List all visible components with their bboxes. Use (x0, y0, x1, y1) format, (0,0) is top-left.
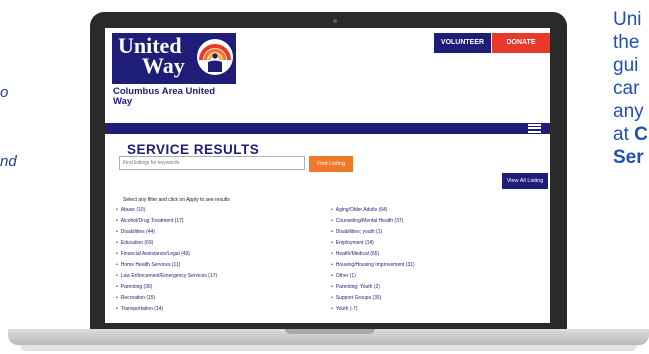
category-link[interactable]: Employment (14) (331, 239, 415, 250)
right-side-text: Uni the gui car any at C Ser (613, 8, 649, 169)
category-link[interactable]: Education (69) (116, 239, 217, 250)
keyword-search-input[interactable] (119, 156, 305, 170)
category-link[interactable]: Parenting; Youth (2) (331, 283, 415, 294)
right-side-line: at C (613, 123, 649, 146)
united-way-logo[interactable]: United Way (112, 33, 236, 84)
page-title: SERVICE RESULTS (127, 142, 260, 157)
left-side-text-line2: nd (0, 153, 17, 170)
right-side-bold: C (634, 124, 648, 145)
category-link[interactable]: Transportation (14) (116, 305, 217, 316)
filter-instruction: Select any filter and click on Apply to … (123, 197, 230, 203)
category-link[interactable]: Recreation (15) (116, 294, 217, 305)
right-side-at: at (613, 124, 629, 145)
category-link[interactable]: Home Health Services (11) (116, 261, 217, 272)
category-link[interactable]: Housing/Housing Improvement (31) (331, 261, 415, 272)
category-list-left: Abuse (10) Alcohol/Drug Treatment (17) D… (116, 206, 217, 316)
right-side-line: any (613, 101, 644, 122)
right-side-line: the (613, 32, 640, 53)
camera-icon (333, 19, 337, 23)
category-link[interactable]: Disabilities (44) (116, 228, 217, 239)
logo-text-way: Way (142, 53, 185, 78)
find-listing-button[interactable]: Find Listing (309, 156, 353, 172)
category-link[interactable]: Aging/Older Adults (64) (331, 206, 415, 217)
category-link[interactable]: Disabilities; youth (1) (331, 228, 415, 239)
laptop-shadow (20, 345, 637, 351)
volunteer-button[interactable]: VOLUNTEER (434, 33, 491, 53)
org-name: Columbus Area United Way (113, 86, 216, 107)
hamburger-menu-icon[interactable] (528, 124, 541, 133)
view-all-listing-button[interactable]: View All Listing (502, 173, 548, 189)
right-side-line: Uni (613, 9, 642, 30)
category-link[interactable]: Alcohol/Drug Treatment (17) (116, 217, 217, 228)
category-list-right: Aging/Older Adults (64) Counseling/Menta… (331, 206, 415, 316)
category-link[interactable]: Youth (-7) (331, 305, 415, 316)
donate-button[interactable]: DONATE (492, 33, 550, 53)
right-side-line: gui (613, 55, 639, 76)
category-link[interactable]: Financial Assistance/Legal (49) (116, 250, 217, 261)
laptop-base-notch (285, 329, 375, 334)
united-way-hand-rainbow-icon (197, 39, 233, 75)
category-link[interactable]: Abuse (10) (116, 206, 217, 217)
nav-bar (105, 123, 550, 134)
website-screen: United Way Columbus Area United Way VOLU… (105, 28, 550, 323)
category-link[interactable]: Parenting (36) (116, 283, 217, 294)
left-side-text-line1: o (0, 84, 9, 101)
category-link[interactable]: Support Groups (35) (331, 294, 415, 305)
category-link[interactable]: Law Enforcement/Emergency Services (17) (116, 272, 217, 283)
category-link[interactable]: Health/Medical (65) (331, 250, 415, 261)
category-link[interactable]: Other (1) (331, 272, 415, 283)
category-link[interactable]: Counseling/Mental Health (37) (331, 217, 415, 228)
right-side-line: car (613, 78, 640, 99)
right-side-bold-line: Ser (613, 147, 644, 168)
